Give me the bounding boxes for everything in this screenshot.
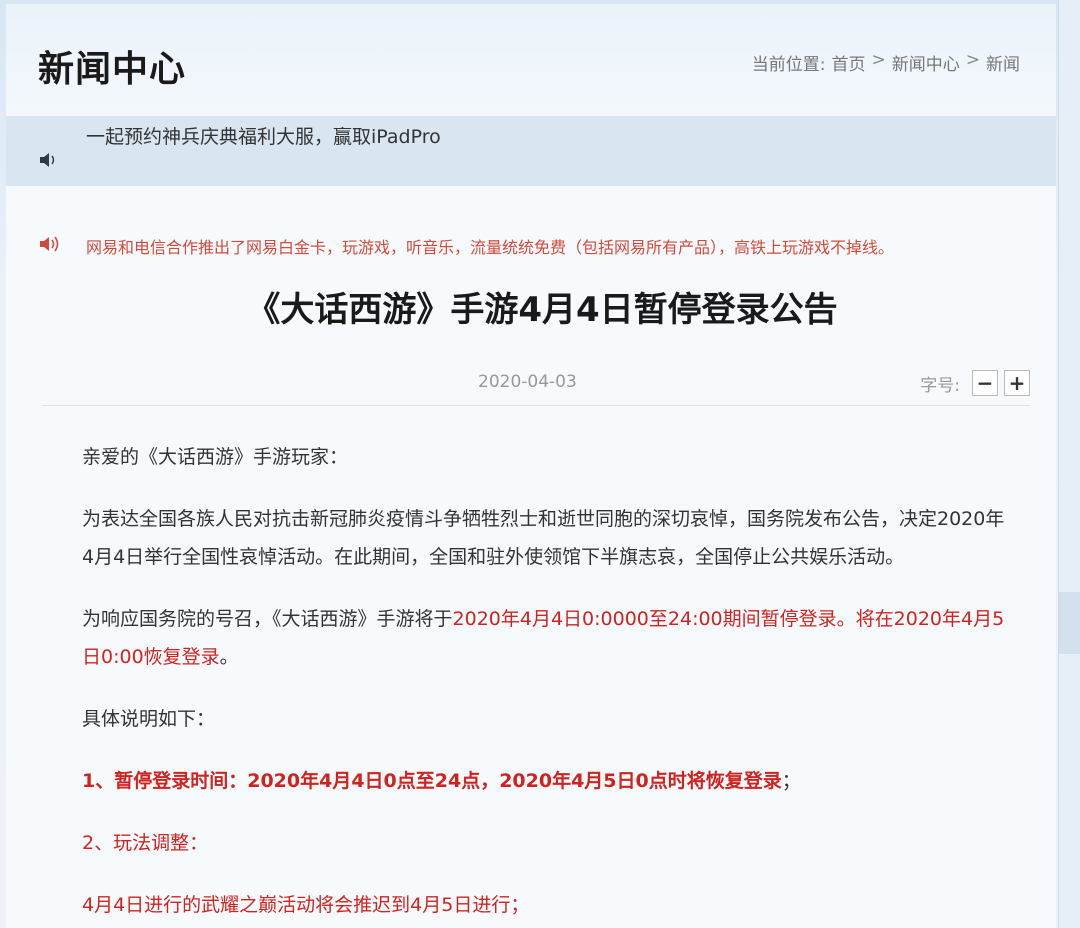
speaker-icon [40, 236, 59, 252]
notice-ticker-text[interactable]: 网易和电信合作推出了网易白金卡，玩游戏，听音乐，流量统统免费（包括网易所有产品）… [86, 234, 894, 258]
font-size-label: 字号: [920, 375, 960, 396]
article-date: 2020-04-03 [478, 372, 577, 392]
font-increase-button[interactable]: + [1004, 370, 1030, 396]
speaker-icon [40, 153, 55, 167]
breadcrumb-news-center-link[interactable]: 新闻中心 [892, 50, 960, 75]
item-1-end: ； [781, 770, 801, 792]
paragraph-2-normal: 为响应国务院的号召，《大话西游》手游将于 [82, 608, 453, 630]
breadcrumb-separator: > [965, 50, 980, 70]
paragraph-2-end: 。 [219, 646, 239, 668]
news-panel: 新闻中心 当前位置: 首页 > 新闻中心 > 新闻 一起预约神兵庆典福利大服，赢… [6, 4, 1056, 928]
section-header: 新闻中心 当前位置: 首页 > 新闻中心 > 新闻 [6, 4, 1056, 116]
breadcrumb-separator: > [871, 50, 886, 70]
font-decrease-button[interactable]: − [972, 370, 998, 396]
item-3: 4月4日进行的武耀之巅活动将会推迟到4月5日进行； [82, 894, 530, 916]
article-title: 《大话西游》手游4月4日暂停登录公告 [246, 290, 838, 330]
right-sidebar-strip [1058, 0, 1080, 928]
font-size-control: 字号: − + [920, 370, 1030, 396]
item-1: 1、暂停登录时间：2020年4月4日0点至24点，2020年4月5日0点时将恢复… [42, 762, 1010, 800]
greeting: 亲爱的《大话西游》手游玩家： [82, 446, 349, 468]
breadcrumb-home-link[interactable]: 首页 [832, 50, 866, 75]
section-title: 新闻中心 [38, 49, 187, 90]
breadcrumb: 当前位置: 首页 > 新闻中心 > 新闻 [752, 50, 1020, 75]
paragraph-2: 为响应国务院的号召，《大话西游》手游将于2020年4月4日0:0000至24:0… [42, 600, 1010, 676]
article-meta: 2020-04-03 字号: − + [42, 366, 1030, 406]
paragraph-1: 为表达全国各族人民对抗击新冠肺炎疫情斗争牺牲烈士和逝世同胞的深切哀悼，国务院发布… [42, 500, 1010, 576]
breadcrumb-prefix: 当前位置: [751, 55, 826, 75]
paragraph-3: 具体说明如下： [82, 708, 216, 730]
breadcrumb-news-link[interactable]: 新闻 [986, 50, 1020, 75]
top-ticker[interactable]: 一起预约神兵庆典福利大服，赢取iPadPro [6, 116, 1056, 186]
item-1-text: 1、暂停登录时间：2020年4月4日0点至24点，2020年4月5日0点时将恢复… [82, 770, 782, 792]
item-2: 2、玩法调整： [82, 832, 209, 854]
sidebar-tab[interactable] [1059, 592, 1080, 654]
notice-ticker[interactable]: 网易和电信合作推出了网易白金卡，玩游戏，听音乐，流量统统免费（包括网易所有产品）… [6, 226, 1056, 266]
paragraph-1-text: 为表达全国各族人民对抗击新冠肺炎疫情斗争牺牲烈士和逝世同胞的深切哀悼，国务院发布… [82, 508, 1005, 568]
top-ticker-text[interactable]: 一起预约神兵庆典福利大服，赢取iPadPro [86, 122, 441, 149]
